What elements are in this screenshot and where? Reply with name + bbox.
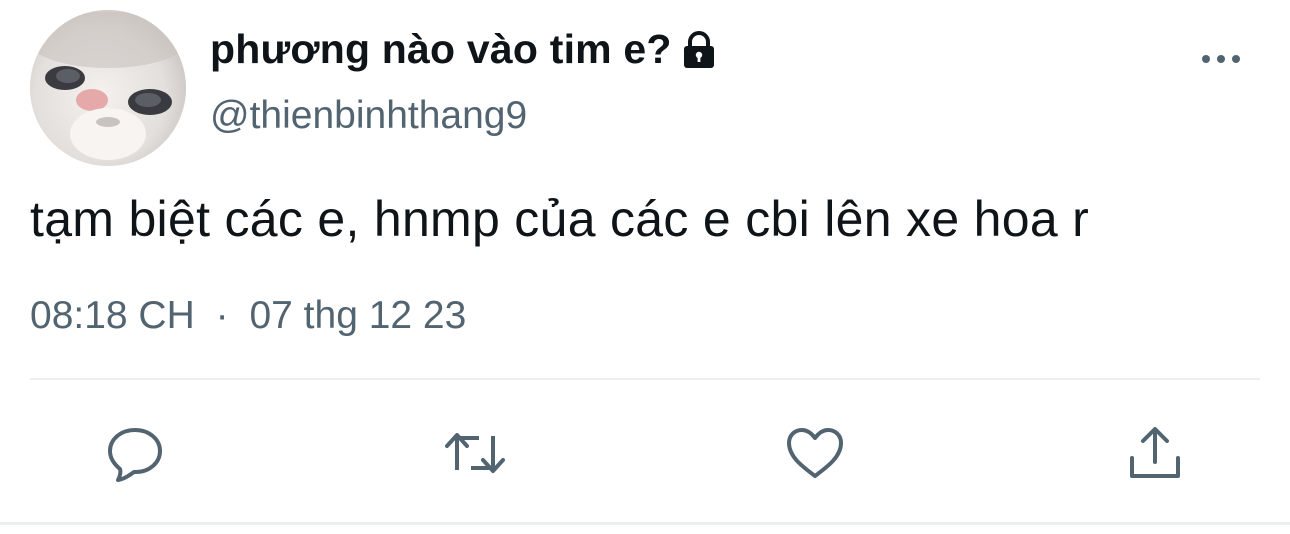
avatar[interactable]: [30, 10, 186, 166]
cat-avatar-image: [30, 10, 186, 166]
more-horizontal-icon: [1202, 55, 1240, 63]
lock-icon: [680, 30, 718, 70]
share-button[interactable]: [1120, 418, 1190, 488]
author-display-name[interactable]: phương nào vào tim e?: [210, 26, 672, 73]
divider: [30, 378, 1260, 380]
tweet-text: tạm biệt các e, hnmp của các e cbi lên x…: [30, 191, 1090, 247]
timestamp-separator: ·: [215, 294, 229, 337]
author-name-row: phương nào vào tim e?: [210, 26, 718, 73]
more-options-button[interactable]: [1196, 42, 1246, 76]
share-icon: [1130, 427, 1180, 478]
tweet-timestamp[interactable]: 08:18 CH · 07 thg 12 23: [30, 294, 466, 338]
retweet-button[interactable]: [440, 418, 510, 488]
divider-bottom: [0, 522, 1290, 525]
tweet-date: 07 thg 12 23: [249, 294, 467, 337]
like-button[interactable]: [780, 418, 850, 488]
reply-button[interactable]: [100, 418, 170, 488]
heart-icon: [787, 428, 843, 478]
author-handle[interactable]: @thienbinhthang9: [210, 94, 527, 138]
tweet-action-bar: [0, 418, 1290, 488]
retweet-icon: [445, 433, 505, 473]
tweet-time: 08:18 CH: [30, 294, 195, 337]
reply-icon: [108, 428, 162, 482]
